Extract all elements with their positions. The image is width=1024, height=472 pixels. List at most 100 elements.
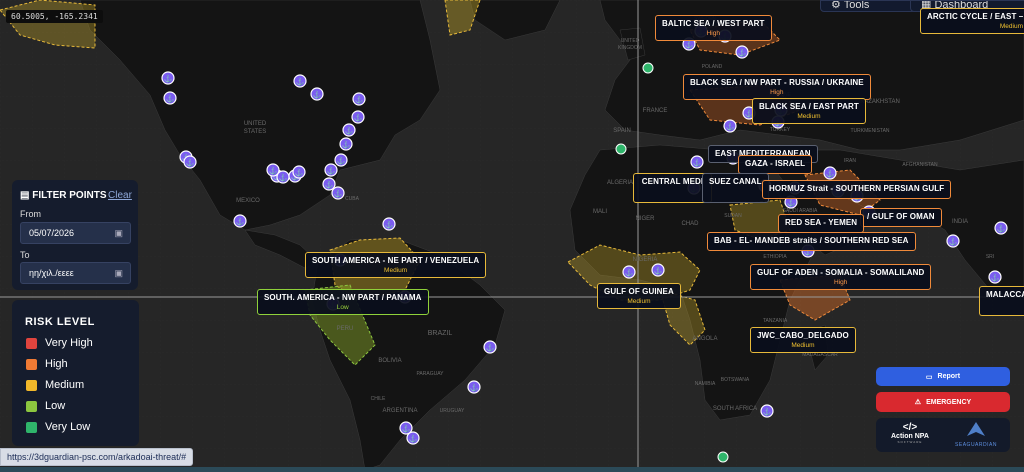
anchor-pin-icon[interactable]: ⚓ — [690, 155, 704, 169]
anchor-pin-icon[interactable]: ⚓ — [322, 177, 336, 191]
zone-gulf-of-guinea[interactable]: GULF OF GUINEA Medium — [597, 283, 681, 309]
country-label: AFGHANISTAN — [902, 162, 938, 168]
country-label: SOUTH AFRICA — [713, 406, 757, 412]
country-label: BOTSWANA — [721, 377, 750, 383]
anchor-pin-icon[interactable]: ⚓ — [946, 234, 960, 248]
anchor-pin-icon[interactable]: ⚓ — [651, 263, 665, 277]
anchor-pin-icon[interactable]: ⚓ — [266, 163, 280, 177]
anchor-pin-icon[interactable]: ⚓ — [823, 166, 837, 180]
from-date-input[interactable]: 05/07/2026 ▣ — [20, 222, 131, 244]
partner-logos: </> Action NPA SOFTWARE SEAGUARDIAN — [876, 418, 1010, 452]
zone-suez[interactable]: SUEZ CANAL — [702, 173, 769, 203]
tools-button[interactable]: ⚙ Tools — [820, 0, 920, 12]
country-label: SUDAN — [724, 213, 742, 219]
country-label: ARGENTINA — [382, 408, 417, 414]
swatch — [26, 421, 37, 433]
svg-text:⚓: ⚓ — [763, 407, 772, 416]
anchor-pin-icon[interactable]: ⚓ — [334, 153, 348, 167]
report-button[interactable]: ▭ Report — [876, 367, 1010, 386]
country-label: URUGUAY — [440, 408, 465, 414]
zone-black-sea-east[interactable]: BLACK SEA / EAST PART Medium — [752, 98, 866, 124]
anchor-pin-icon[interactable]: ⚓ — [161, 71, 175, 85]
emergency-button[interactable]: ⚠ EMERGENCY — [876, 392, 1010, 412]
calendar-icon[interactable]: ▣ — [114, 263, 123, 283]
zone-baltic[interactable]: BALTIC SEA / WEST PART High — [655, 15, 772, 41]
risk-level-legend: RISK LEVEL Very High High Medium Low Ver… — [12, 300, 139, 446]
zone-red-sea[interactable]: RED SEA - YEMEN — [778, 214, 865, 233]
anchor-pin-icon[interactable]: ⚓ — [339, 137, 353, 151]
anchor-pin-icon[interactable]: ⚓ — [310, 87, 324, 101]
filter-title: FILTER POINTS — [32, 190, 107, 201]
country-label: IRAN — [844, 158, 856, 164]
svg-text:⚓: ⚓ — [355, 95, 364, 104]
anchor-pin-icon[interactable]: ⚓ — [735, 45, 749, 59]
anchor-pin-icon[interactable]: ⚓ — [467, 380, 481, 394]
very-low-marker[interactable] — [717, 451, 729, 463]
zone-central-med[interactable]: CENTRAL MEDI — [633, 173, 712, 203]
svg-text:⚓: ⚓ — [342, 140, 351, 149]
svg-text:⚓: ⚓ — [279, 173, 288, 182]
country-label: POLAND — [702, 64, 723, 70]
svg-text:⚓: ⚓ — [345, 126, 354, 135]
calendar-icon[interactable]: ▣ — [114, 223, 123, 243]
svg-text:⚓: ⚓ — [354, 113, 363, 122]
zone-gulf-of-oman[interactable]: / GULF OF OMAN — [860, 208, 942, 227]
svg-text:⚓: ⚓ — [991, 273, 1000, 282]
country-label: SRI — [986, 254, 994, 260]
zone-south-america-venezuela[interactable]: SOUTH AMERICA - NE PART / VENEZUELA Mediu… — [305, 252, 487, 278]
svg-text:⚓: ⚓ — [685, 40, 694, 49]
anchor-pin-icon[interactable]: ⚓ — [483, 340, 497, 354]
country-label: BRAZIL — [428, 330, 453, 337]
to-date-input[interactable]: ηη/χιλ./εεεε ▣ — [20, 262, 131, 284]
anchor-pin-icon[interactable]: ⚓ — [183, 155, 197, 169]
zone-cabo-delgado[interactable]: JWC_CABO_DELGADO Medium — [750, 327, 856, 353]
anchor-pin-icon[interactable]: ⚓ — [331, 186, 345, 200]
svg-text:⚓: ⚓ — [726, 122, 735, 131]
action-npa-logo: </> Action NPA SOFTWARE — [884, 422, 936, 444]
anchor-pin-icon[interactable]: ⚓ — [351, 110, 365, 124]
country-label: MALI — [593, 209, 607, 215]
anchor-pin-icon[interactable]: ⚓ — [723, 119, 737, 133]
svg-text:⚓: ⚓ — [385, 220, 394, 229]
clear-filter-link[interactable]: Clear — [108, 190, 132, 201]
anchor-pin-icon[interactable]: ⚓ — [352, 92, 366, 106]
country-label: KINGDOM — [618, 45, 642, 51]
svg-text:⚓: ⚓ — [949, 237, 958, 246]
country-label: MEXICO — [236, 198, 260, 204]
anchor-pin-icon[interactable]: ⚓ — [292, 165, 306, 179]
zone-hormuz[interactable]: HORMUZ Strait - SOUTHERN PERSIAN GULF — [762, 180, 952, 199]
svg-text:⚓: ⚓ — [787, 198, 796, 207]
anchor-pin-icon[interactable]: ⚓ — [760, 404, 774, 418]
country-label: PERU — [337, 326, 354, 332]
swatch — [26, 379, 37, 391]
anchor-pin-icon[interactable]: ⚓ — [382, 217, 396, 231]
anchor-pin-icon[interactable]: ⚓ — [324, 163, 338, 177]
anchor-pin-icon[interactable]: ⚓ — [342, 123, 356, 137]
anchor-pin-icon[interactable]: ⚓ — [406, 431, 420, 445]
zone-gaza[interactable]: GAZA - ISRAEL — [738, 155, 813, 174]
svg-text:⚓: ⚓ — [337, 156, 346, 165]
anchor-pin-icon[interactable]: ⚓ — [163, 91, 177, 105]
anchor-pin-icon[interactable]: ⚓ — [622, 265, 636, 279]
anchor-pin-icon[interactable]: ⚓ — [293, 74, 307, 88]
zone-gulf-of-aden[interactable]: GULF OF ADEN - SOMALIA - SOMALILAND High — [750, 264, 932, 290]
zone-black-sea-nw[interactable]: BLACK SEA / NW PART - RUSSIA / UKRAINE Hi… — [683, 74, 871, 100]
very-low-marker[interactable] — [642, 62, 654, 74]
zone-bab-el-mandeb[interactable]: BAB - EL- MANDEB straits / SOUTHERN RED … — [707, 232, 916, 251]
anchor-pin-icon[interactable]: ⚓ — [233, 214, 247, 228]
zone-south-america-panama[interactable]: SOUTH. AMERICA - NW PART / PANAMA Low — [257, 289, 429, 315]
zone-malacca[interactable]: MALACCA — [979, 286, 1024, 316]
seaguardian-logo: SEAGUARDIAN — [946, 421, 1006, 448]
svg-text:⚓: ⚓ — [409, 434, 418, 443]
country-label: UNITED — [621, 38, 640, 44]
very-low-marker[interactable] — [615, 143, 627, 155]
zone-arctic[interactable]: ARCTIC CYCLE / EAST – E Medium — [920, 8, 1024, 34]
svg-text:⚓: ⚓ — [186, 158, 195, 167]
risk-level-title: RISK LEVEL — [25, 316, 95, 328]
anchor-pin-icon[interactable]: ⚓ — [988, 270, 1002, 284]
svg-text:⚓: ⚓ — [997, 224, 1006, 233]
country-label: NIGERIA — [633, 257, 658, 263]
svg-text:⚓: ⚓ — [470, 383, 479, 392]
anchor-pin-icon[interactable]: ⚓ — [994, 221, 1008, 235]
svg-text:⚓: ⚓ — [164, 74, 173, 83]
